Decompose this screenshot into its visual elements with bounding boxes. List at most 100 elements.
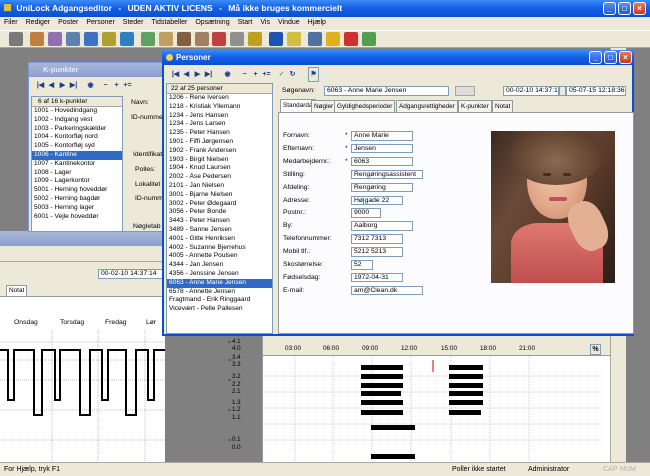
grid-icon[interactable] (140, 32, 155, 46)
kpunkt-list-item[interactable]: 1009 - Lagerkontor (32, 177, 122, 186)
help-icon[interactable] (248, 32, 263, 46)
person-list-item[interactable]: 6063 - Anne Marie Jensen (167, 278, 272, 288)
field-input[interactable]: am@Clean.dk (351, 285, 423, 296)
menu-vindue[interactable]: Vindue (274, 17, 304, 29)
confirm-icon[interactable]: ✓ (276, 68, 287, 81)
kpunkt-list-item[interactable]: 1008 - Lager (32, 169, 122, 178)
field-input[interactable]: Jensen (351, 143, 413, 154)
globe-icon[interactable] (119, 32, 134, 46)
field-input[interactable]: Rengøring (351, 182, 413, 193)
created-timestamp-button[interactable] (559, 86, 566, 96)
tab-noegler[interactable]: Nøgler (311, 100, 337, 112)
person-list-item[interactable]: 3002 - Peter Ødegaard (167, 200, 272, 209)
menu-poster[interactable]: Poster (54, 17, 82, 29)
colors-icon[interactable] (362, 32, 377, 46)
field-input[interactable]: 9000 (351, 208, 381, 218)
find-person-icon[interactable]: ◉ (222, 68, 233, 81)
person-list-item[interactable]: 3001 - Bjarne Nielsen (167, 191, 272, 200)
kpunkt-list-item[interactable]: 5003 - Herning lager (32, 204, 122, 213)
person-list-item[interactable]: 1901 - Fiffi Jørgensen (167, 138, 272, 147)
tools-icon[interactable] (212, 32, 227, 46)
field-input[interactable]: Aalborg (351, 221, 413, 231)
stop-icon[interactable] (344, 32, 359, 46)
first-person-icon[interactable]: |◀ (170, 68, 181, 81)
notat-tab[interactable]: Notat (6, 285, 28, 296)
table-icon[interactable] (65, 32, 80, 46)
person-list-item[interactable]: Fragtmand - Erik Ringgaard (167, 296, 272, 305)
kpunkt-list-item[interactable]: 1004 - Kontorfløj nord (32, 133, 122, 142)
prev-record-icon[interactable]: ◀ (46, 79, 57, 93)
person-list-item[interactable]: 3489 - Sanne Jensen (167, 226, 272, 235)
kpunkt-list-item[interactable]: 1003 - Parkeringskælder (32, 125, 122, 134)
person-list-item[interactable]: 1902 - Frank Andersen (167, 147, 272, 156)
zoom-button[interactable]: % (590, 344, 601, 355)
info-icon[interactable] (269, 32, 284, 46)
tab-gyldighedsperioder[interactable]: Gyldighedsperioder (334, 100, 396, 112)
personer-minimize-button[interactable]: _ (589, 51, 602, 64)
find-icon[interactable]: ◉ (85, 79, 96, 93)
brush-icon[interactable] (308, 32, 323, 46)
lock-icon[interactable] (230, 32, 245, 46)
personer-close-button[interactable]: × (619, 51, 632, 64)
person-list-item[interactable]: 6578 - Annette Jensen (167, 288, 272, 297)
field-input[interactable]: 5212 5213 (351, 247, 403, 257)
field-input[interactable]: 52 (351, 260, 373, 270)
add-record-icon[interactable]: + (111, 79, 122, 93)
field-input[interactable]: 1972-04-31 (351, 272, 403, 283)
person-list-item[interactable]: 1206 - Rene Iversen (167, 94, 272, 103)
delete-record-icon[interactable]: − (100, 79, 111, 93)
tab-notat[interactable]: Notat (492, 100, 514, 112)
maximize-button[interactable]: □ (618, 2, 631, 15)
person-list-item[interactable]: 4356 - Jenssine Jensen (167, 270, 272, 279)
personer-maximize-button[interactable]: □ (604, 51, 617, 64)
copy-record-icon[interactable]: += (122, 79, 133, 93)
clock-icon[interactable] (83, 32, 98, 46)
minimize-button[interactable]: _ (603, 2, 616, 15)
menu-steder[interactable]: Steder (119, 17, 148, 29)
star-icon[interactable] (326, 32, 341, 46)
menu-start[interactable]: Start (234, 17, 257, 29)
person-list-item[interactable]: 3056 - Peter Bonde (167, 208, 272, 217)
menu-tidstabeller[interactable]: Tidstabeller (147, 17, 191, 29)
person-list-item[interactable]: 1234 - Jens Larsen (167, 120, 272, 129)
door-icon[interactable] (176, 32, 191, 46)
context-help-icon[interactable] (287, 32, 302, 46)
menu-vis[interactable]: Vis (256, 17, 274, 29)
person-list-item[interactable]: 2002 - Åse Pedersen (167, 173, 272, 182)
search-browse-button[interactable] (455, 86, 475, 96)
last-record-icon[interactable]: ▶| (68, 79, 79, 93)
walk-person-icon[interactable]: ⚑ (308, 67, 319, 82)
field-input[interactable]: 7312 7313 (351, 234, 403, 244)
tab-kpunkter[interactable]: K-punkter (458, 100, 492, 112)
kpunkt-list-item[interactable]: 6001 - Vejle hoveddør (32, 213, 122, 222)
person-list-item[interactable]: 4002 - Suzanne Bjerrehus (167, 244, 272, 253)
copy-person-icon[interactable]: += (261, 68, 272, 81)
field-input[interactable]: 6063 (351, 156, 413, 167)
person-list-item[interactable]: 1235 - Peter Hansen (167, 129, 272, 138)
person-icon[interactable] (29, 32, 44, 46)
cup-icon[interactable] (194, 32, 209, 46)
person-list-item[interactable]: 2101 - Jan Nielsen (167, 182, 272, 191)
person-list-item[interactable]: 1904 - Knud Laursen (167, 164, 272, 173)
group-icon[interactable] (47, 32, 62, 46)
calendar-icon[interactable] (158, 32, 173, 46)
menu-opsaetning[interactable]: Opsætning (191, 17, 233, 29)
print-icon[interactable] (9, 32, 23, 46)
person-list-item[interactable]: 4005 - Annette Poulsen (167, 252, 272, 261)
last-person-icon[interactable]: ▶| (203, 68, 214, 81)
menu-rediger[interactable]: Rediger (22, 17, 55, 29)
kpunkt-list-item[interactable]: 5002 - Herning bagdør (32, 195, 122, 204)
person-list-item[interactable]: 1218 - Kristiak Yllemann (167, 103, 272, 112)
tab-adgangsrettigheder[interactable]: Adgangsrettigheder (396, 100, 458, 112)
menu-hjaelp[interactable]: Hjælp (304, 17, 330, 29)
kpunkt-list-item[interactable]: 5001 - Herning hoveddør (32, 186, 122, 195)
kpunkt-list-item[interactable]: 1001 - Hovedindgang (32, 107, 122, 116)
person-list-item[interactable]: Vicevært - Pelle Pallesen (167, 305, 272, 314)
kpunkt-list-item[interactable]: 1002 - Indgang vest (32, 116, 122, 125)
kpunkt-list-item[interactable]: 1007 - Kantinekontor (32, 160, 122, 169)
menu-filer[interactable]: Filer (0, 17, 22, 29)
kpunkt-list-item[interactable]: 1005 - Kontorfløj syd (32, 142, 122, 151)
person-list-item[interactable]: 1234 - Jens Hansen (167, 112, 272, 121)
person-list-item[interactable]: 3443 - Peter Hansen (167, 217, 272, 226)
person-list-item[interactable]: 4344 - Jan Jensen (167, 261, 272, 270)
